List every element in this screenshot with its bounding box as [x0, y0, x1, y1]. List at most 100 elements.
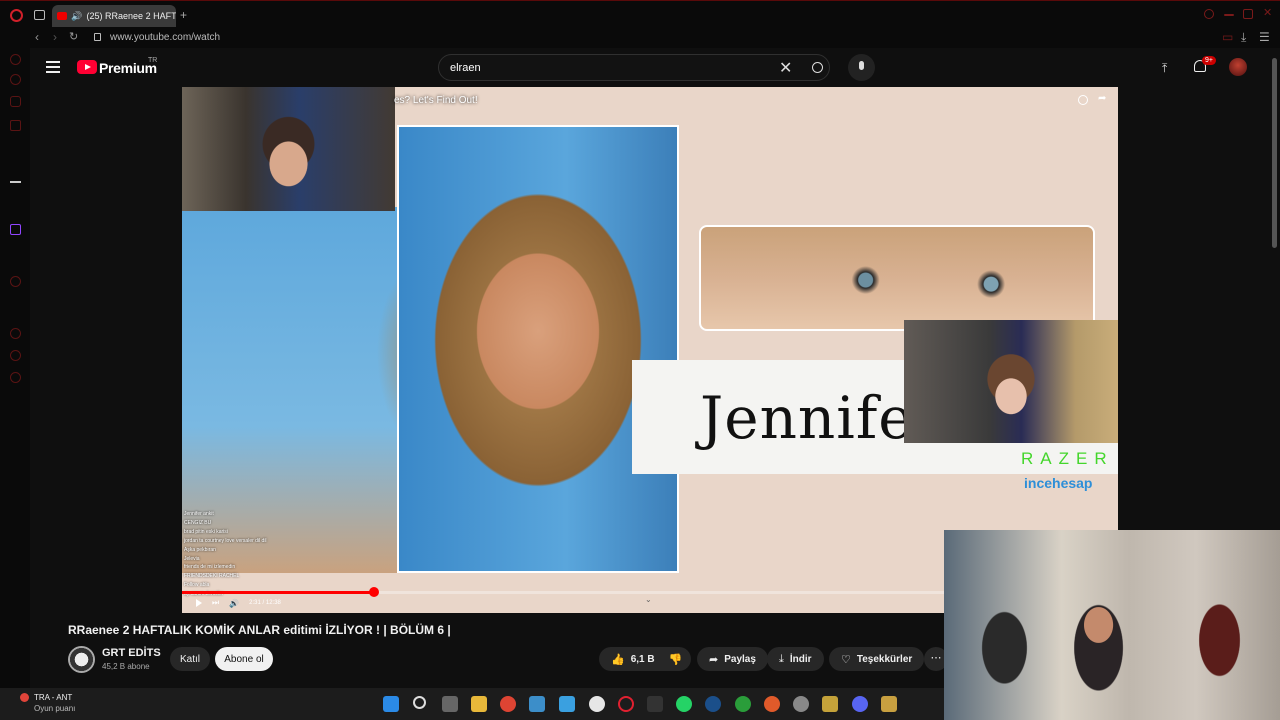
tab-islands-icon[interactable]: [34, 10, 45, 20]
app-icon-1[interactable]: [529, 696, 545, 712]
streamer-webcam: [944, 530, 1280, 720]
sidebar-app-icon[interactable]: [10, 276, 21, 287]
search-icon[interactable]: [812, 62, 823, 73]
widget-line-1[interactable]: TRA - ANT: [34, 693, 72, 702]
app-icon-5[interactable]: [793, 696, 809, 712]
whatsapp-icon[interactable]: [676, 696, 692, 712]
xbox-icon[interactable]: [735, 696, 751, 712]
chat-message: Follow abla: [184, 582, 210, 589]
stream-chat-overlay: Jennifer ankit CENGIZ BU brad pitin eski k…: [184, 510, 384, 599]
url-field[interactable]: www.youtube.com/watch: [110, 32, 220, 43]
volume-icon[interactable]: 🔊: [229, 599, 239, 608]
aria-icon[interactable]: [10, 54, 21, 65]
windows-taskbar: TRA - ANT Oyun puanı: [0, 688, 944, 720]
start-icon[interactable]: [383, 696, 399, 712]
like-icon[interactable]: 👍: [611, 653, 625, 666]
opera-gx-taskbar-icon[interactable]: [618, 696, 634, 712]
browser-tab-strip: 🔊 (25) RRaenee 2 HAFTA + ✕: [0, 0, 1280, 29]
file-explorer-icon[interactable]: [471, 696, 487, 712]
search-box[interactable]: elraen ✕: [438, 54, 830, 81]
channel-name[interactable]: GRT EDİTS: [102, 647, 161, 659]
join-button[interactable]: Katıl: [170, 647, 210, 671]
forward-icon[interactable]: ›: [53, 30, 57, 44]
share-label: Paylaş: [724, 653, 756, 665]
like-count[interactable]: 6,1 B: [631, 654, 655, 665]
notifications-badge: 9+: [1202, 56, 1216, 65]
upload-icon[interactable]: ⤒: [1162, 61, 1167, 76]
dislike-icon[interactable]: 👎: [669, 653, 683, 666]
share-arrow-icon[interactable]: ➦: [1098, 93, 1108, 104]
watch-later-icon[interactable]: [1078, 95, 1088, 105]
next-icon[interactable]: ⏭: [212, 598, 219, 608]
player-icon[interactable]: [10, 74, 21, 85]
search-tabs-icon[interactable]: [1204, 9, 1214, 19]
epic-games-icon[interactable]: [647, 696, 663, 712]
widget-line-2: Oyun puanı: [34, 704, 76, 713]
new-tab-button[interactable]: +: [180, 8, 187, 22]
share-button[interactable]: ➦ Paylaş: [697, 647, 768, 671]
account-avatar[interactable]: [1229, 58, 1247, 76]
download-button[interactable]: ⤓ İndir: [767, 647, 824, 671]
scrubber-handle[interactable]: [368, 587, 379, 597]
bookmarks-icon[interactable]: [10, 350, 21, 361]
chat-message: friends de mi izlemedin: [184, 564, 236, 571]
voice-search-icon[interactable]: [848, 54, 875, 81]
app-icon-3[interactable]: [589, 696, 605, 712]
streamer-webcam-overlay: [182, 87, 395, 211]
speaker-icon[interactable]: 🔊: [71, 11, 82, 22]
chrome-icon[interactable]: [500, 696, 516, 712]
thanks-button[interactable]: ♡ Teşekkürler: [829, 647, 925, 671]
reload-icon[interactable]: ↻: [69, 30, 78, 43]
close-window-icon[interactable]: ✕: [1263, 6, 1273, 19]
easy-setup-icon[interactable]: ☰: [1259, 30, 1270, 44]
twitch-icon[interactable]: [10, 224, 21, 235]
scrollbar-thumb[interactable]: [1272, 58, 1277, 248]
history-icon[interactable]: [10, 328, 21, 339]
maximize-icon[interactable]: [1243, 9, 1253, 19]
downloads-icon[interactable]: ⤓: [1241, 30, 1246, 45]
progress-played: [182, 591, 374, 594]
sponsor-incehesap-logo: incehesap: [1024, 475, 1093, 491]
messenger-icon[interactable]: [10, 96, 21, 107]
video-webcam-overlay: [904, 320, 1118, 443]
chat-message: brad pitin eski karisi: [184, 528, 228, 535]
league-icon[interactable]: [881, 696, 897, 712]
search-input[interactable]: elraen: [450, 62, 481, 74]
chat-message: Aşka pekbıran: [184, 546, 216, 553]
opera-sidebar: [0, 48, 30, 688]
subscribe-button[interactable]: Abone ol: [215, 647, 273, 671]
app-a-icon[interactable]: [10, 172, 21, 183]
chat-message: CENGIZ BU: [184, 519, 212, 526]
chat-message: Jelevia: [184, 555, 200, 562]
youtube-favicon-icon: [57, 12, 68, 20]
subscriber-count: 45,2 B abone: [102, 662, 150, 671]
widget-icon[interactable]: [20, 693, 29, 702]
expand-chevron-icon[interactable]: ⌄: [645, 595, 652, 604]
clear-search-icon[interactable]: ✕: [779, 58, 792, 78]
task-view-icon[interactable]: [442, 696, 458, 712]
video-title: RRaenee 2 HAFTALIK KOMİK ANLAR editimi İ…: [68, 623, 451, 637]
like-dislike-group: 👍 6,1 B 👎: [599, 647, 691, 671]
taskbar-search-icon[interactable]: [413, 696, 426, 709]
time-display: 2:31 / 12:38: [249, 600, 281, 606]
app-icon-4[interactable]: [764, 696, 780, 712]
minimize-icon[interactable]: [1224, 14, 1234, 16]
video-overlay-title[interactable]: es? Let's Find Out!: [394, 95, 478, 106]
lock-icon: [94, 33, 101, 41]
opera-logo-icon[interactable]: [10, 9, 23, 22]
pinboard-icon[interactable]: [10, 120, 21, 131]
youtube-logo-icon[interactable]: [77, 60, 97, 74]
back-icon[interactable]: ‹: [35, 30, 39, 44]
guide-menu-icon[interactable]: [46, 61, 60, 73]
browser-tab-youtube[interactable]: 🔊 (25) RRaenee 2 HAFTA: [52, 5, 176, 27]
settings-gear-icon[interactable]: [10, 372, 21, 383]
thanks-heart-icon: ♡: [841, 653, 851, 666]
share-icon: ➦: [709, 653, 719, 666]
steam-icon[interactable]: [705, 696, 721, 712]
extensions-icon[interactable]: ▭: [1222, 30, 1233, 44]
channel-avatar[interactable]: [68, 646, 95, 673]
discord-icon[interactable]: [852, 696, 868, 712]
app-icon-2[interactable]: [559, 696, 575, 712]
play-icon[interactable]: [196, 599, 202, 607]
app-icon-6[interactable]: [822, 696, 838, 712]
